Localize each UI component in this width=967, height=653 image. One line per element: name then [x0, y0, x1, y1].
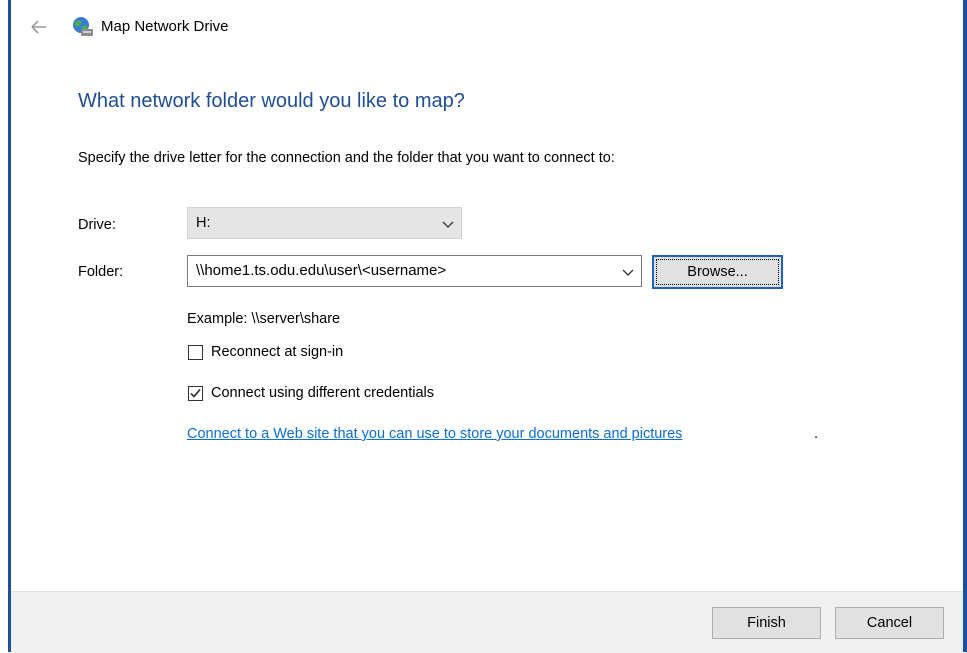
window-border-right	[963, 0, 967, 652]
finish-button[interactable]: Finish	[712, 607, 821, 639]
reconnect-checkbox[interactable]	[188, 345, 203, 360]
example-text: Example: \\server\share	[187, 311, 341, 327]
network-drive-icon	[72, 16, 94, 38]
window-border-left	[8, 0, 11, 652]
page-heading: What network folder would you like to ma…	[78, 90, 465, 112]
web-site-link[interactable]: Connect to a Web site that you can use t…	[187, 426, 682, 442]
chevron-down-icon	[441, 217, 455, 231]
credentials-label[interactable]: Connect using different credentials	[211, 385, 434, 401]
chevron-down-icon[interactable]	[621, 265, 635, 279]
folder-label: Folder:	[78, 264, 124, 280]
cancel-button[interactable]: Cancel	[835, 607, 944, 639]
drive-label: Drive:	[78, 217, 116, 233]
credentials-checkbox[interactable]	[188, 386, 203, 401]
link-suffix: .	[814, 426, 819, 442]
back-arrow-icon[interactable]	[30, 18, 48, 36]
browse-button-label: Browse...	[656, 259, 779, 285]
checkmark-icon	[190, 389, 201, 398]
folder-input[interactable]: \\home1.ts.odu.edu\user\<username>	[187, 255, 642, 287]
drive-select[interactable]: H:	[187, 207, 462, 239]
instruction-text: Specify the drive letter for the connect…	[78, 150, 615, 166]
drive-value: H:	[196, 215, 211, 231]
reconnect-label[interactable]: Reconnect at sign-in	[211, 344, 343, 360]
browse-button[interactable]: Browse...	[652, 255, 783, 289]
folder-value: \\home1.ts.odu.edu\user\<username>	[196, 262, 447, 279]
window-title: Map Network Drive	[101, 18, 229, 35]
